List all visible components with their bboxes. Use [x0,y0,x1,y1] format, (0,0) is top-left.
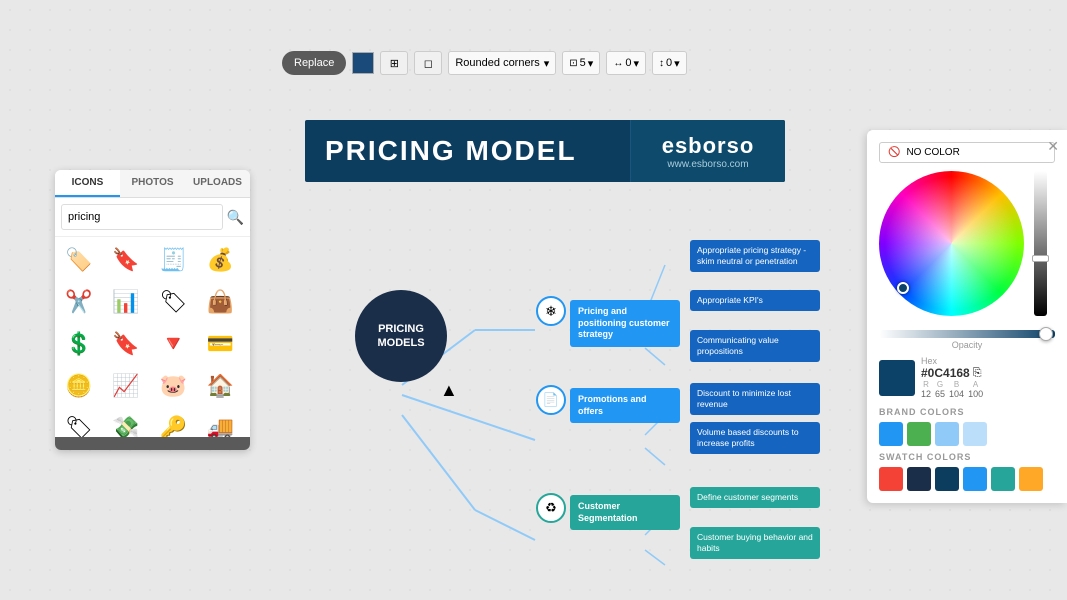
b-value-item: B 104 [949,380,964,399]
tab-photos[interactable]: PHOTOS [120,170,185,197]
tag-check[interactable]: 🔖 [106,325,146,365]
coin-gold[interactable]: 🪙 [59,367,99,407]
g-value-item: G 65 [935,380,945,399]
swatch-color-swatches [879,467,1055,491]
branch3-label[interactable]: Customer Segmentation [570,495,680,530]
tag-icon[interactable]: 🏷 [154,283,194,323]
wheel-dot[interactable] [897,282,909,294]
price-tag-blue[interactable]: 🔖 [106,241,146,281]
truck-icon[interactable]: 🚚 [201,409,241,437]
size-control[interactable]: ⊡ 5 ▾ [562,51,600,75]
price-label[interactable]: 🔑 [154,409,194,437]
center-circle: PRICING MODELS [355,290,447,382]
brand-section: esborso www.esborso.com [630,120,785,182]
brand-colors-section: BRAND COLORS [879,407,1055,446]
rgba-row: R 12 G 65 B 104 A 100 [921,380,1055,399]
width-control[interactable]: ↔ 0 ▾ [606,51,646,75]
swatch-colors-section: SWATCH COLORS [879,452,1055,491]
branch2-leaf1[interactable]: Discount to minimize lost revenue [690,383,820,415]
swatch-color-item[interactable] [1019,467,1043,491]
color-wheel[interactable] [879,171,1024,316]
brand-name: esborso [662,133,755,159]
percent-icon[interactable]: ✂️ [59,283,99,323]
branch2-icon: 📄 [536,385,566,415]
color-wheel-container[interactable] [879,171,1049,326]
cash-register[interactable]: 🧾 [154,241,194,281]
branch3-leaf2[interactable]: Customer buying behavior and habits [690,527,820,559]
price-tag-red[interactable]: 🏷️ [59,241,99,281]
search-input[interactable] [61,204,223,230]
pricing-header: PRICING MODEL esborso www.esborso.com [305,120,785,182]
r-value-item: R 12 [921,380,931,399]
brightness-bar[interactable] [1034,171,1047,316]
swatch-color-item[interactable] [907,467,931,491]
brand-color-swatch[interactable] [963,422,987,446]
branch3-leaf1[interactable]: Define customer segments [690,487,820,508]
swatch-color-item[interactable] [991,467,1015,491]
chart-icon[interactable]: 📊 [106,283,146,323]
color-swatch-toolbar[interactable] [352,52,374,74]
branch3-icon: ♻ [536,493,566,523]
house-price[interactable]: 🏠 [201,367,241,407]
opacity-handle[interactable] [1039,327,1053,341]
hex-value[interactable]: #0C4168 [921,366,970,380]
hex-section: Hex #0C4168 ⎘ R 12 G 65 B 104 [921,356,1055,399]
selection-icon[interactable]: ⊞ [380,51,408,75]
branch1-leaf3[interactable]: Communicating value propositions [690,330,820,362]
branch1-leaf1[interactable]: Appropriate pricing strategy - skim neut… [690,240,820,272]
no-color-icon: 🚫 [888,147,900,158]
branch1-leaf2[interactable]: Appropriate KPI's [690,290,820,311]
hex-label: Hex [921,356,1055,366]
bag-icon[interactable]: 👜 [201,283,241,323]
swatch-colors-label: SWATCH COLORS [879,452,1055,462]
opacity-bar-container[interactable] [879,330,1055,338]
opacity-label: Opacity [879,340,1055,350]
dollar-circle[interactable]: 💲 [59,325,99,365]
panel-footer [55,437,250,450]
height-control[interactable]: ↕ 0 ▾ [652,51,687,75]
branch2-label[interactable]: Promotions and offers [570,388,680,423]
branch1-icon: ❄ [536,296,566,326]
brightness-handle[interactable] [1032,255,1049,262]
branch2-leaf2[interactable]: Volume based discounts to increase profi… [690,422,820,454]
price-reduce[interactable]: 🔻 [154,325,194,365]
search-icon[interactable]: 🔍 [227,209,244,226]
opacity-bar[interactable] [879,330,1055,338]
close-icon[interactable]: ✕ [1047,138,1059,155]
icons-panel: ICONS PHOTOS UPLOADS 🔍 🏷️🔖🧾💰✂️📊🏷👜💲🔖🔻💳🪙📈🐷… [55,170,250,450]
wheel-overlay [879,171,1024,316]
a-value-item: A 100 [968,380,983,399]
copy-icon[interactable]: ⎘ [973,367,982,380]
piggy-bank[interactable]: 🐷 [154,367,194,407]
swatch-color-item[interactable] [963,467,987,491]
color-picker-panel: ✕ 🚫 NO COLOR Opacity Hex #0C4168 ⎘ [867,130,1067,503]
panel-tabs: ICONS PHOTOS UPLOADS [55,170,250,198]
branch1-label[interactable]: Pricing and positioning customer strateg… [570,300,680,347]
corners-select[interactable]: Rounded corners ▾ [448,51,556,75]
swatch-color-item[interactable] [879,467,903,491]
discount-tag[interactable]: 💸 [106,409,146,437]
brand-color-swatch[interactable] [879,422,903,446]
tab-icons[interactable]: ICONS [55,170,120,197]
brand-colors-label: BRAND COLORS [879,407,1055,417]
wallet-icon[interactable]: 💳 [201,325,241,365]
brand-url: www.esborso.com [667,159,748,170]
replace-button[interactable]: Replace [282,51,346,75]
no-color-button[interactable]: 🚫 NO COLOR [879,142,1055,163]
color-value-row: Hex #0C4168 ⎘ R 12 G 65 B 104 [879,356,1055,399]
toolbar: Replace ⊞ ◻ Rounded corners ▾ ⊡ 5 ▾ ↔ 0 … [270,45,1067,81]
price-up[interactable]: 📈 [106,367,146,407]
search-bar: 🔍 [55,198,250,237]
icons-grid: 🏷️🔖🧾💰✂️📊🏷👜💲🔖🔻💳🪙📈🐷🏠🏷💸🔑🚚 [55,237,250,437]
brand-color-swatches [879,422,1055,446]
shape-icon[interactable]: ◻ [414,51,442,75]
tab-uploads[interactable]: UPLOADS [185,170,250,197]
brand-color-swatch[interactable] [935,422,959,446]
swatch-color-item[interactable] [935,467,959,491]
coins-icon[interactable]: 💰 [201,241,241,281]
brand-color-swatch[interactable] [907,422,931,446]
sale-tag[interactable]: 🏷 [59,409,99,437]
color-preview[interactable] [879,360,915,396]
pricing-header-title: PRICING MODEL [305,135,630,167]
